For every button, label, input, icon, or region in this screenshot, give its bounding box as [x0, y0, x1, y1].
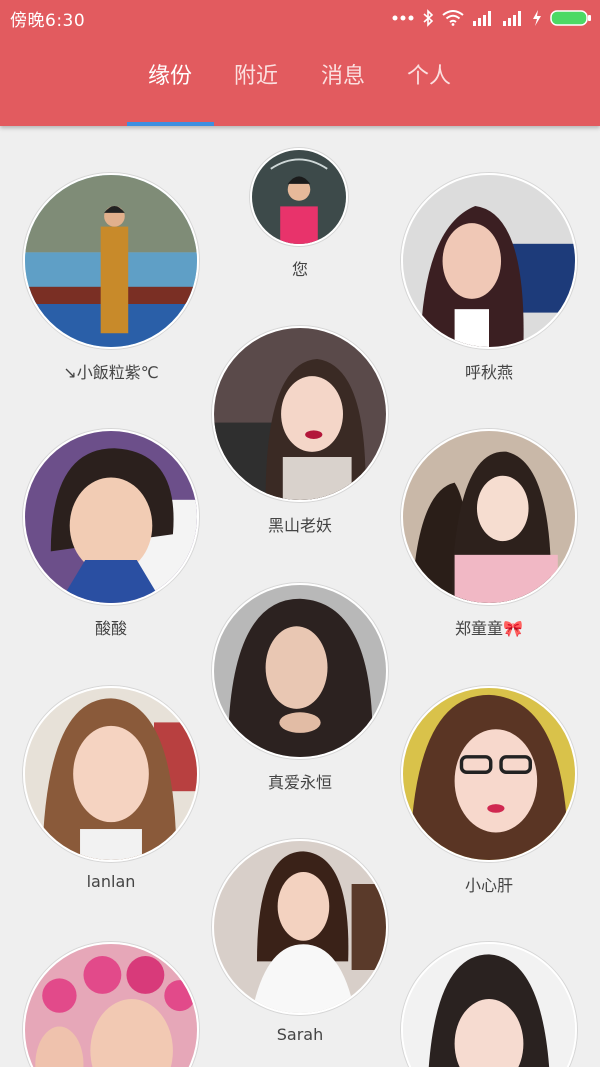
active-tab-indicator	[127, 122, 214, 126]
profile-card[interactable]	[401, 942, 577, 1067]
app-header: 傍晚6:30 缘份 附近 消息 个人	[0, 0, 600, 126]
status-time: 傍晚6:30	[10, 11, 86, 31]
tab-nearby[interactable]: 附近	[234, 58, 278, 90]
avatar[interactable]	[212, 839, 388, 1015]
battery-icon	[550, 10, 592, 26]
profile-card-self[interactable]: 您	[250, 148, 350, 279]
avatar[interactable]	[250, 148, 348, 246]
profile-card[interactable]: 黑山老妖	[212, 326, 388, 536]
profile-name: 小心肝	[464, 876, 513, 895]
profile-card[interactable]: lanlan	[23, 686, 199, 896]
avatar[interactable]	[401, 686, 577, 862]
tab-bar: 缘份 附近 消息 个人	[0, 58, 600, 102]
signal-icon	[502, 10, 524, 26]
bluetooth-icon	[422, 9, 434, 27]
avatar[interactable]	[401, 942, 577, 1067]
tab-fate[interactable]: 缘份	[148, 58, 192, 90]
avatar[interactable]	[23, 686, 199, 862]
profile-name: ↘小飯粒紫℃	[63, 363, 159, 382]
profile-card[interactable]: Sarah	[212, 839, 388, 1049]
signal-icon	[472, 10, 494, 26]
profile-card[interactable]: 酸酸	[23, 429, 199, 639]
profile-name: 郑童童🎀	[455, 619, 523, 638]
profile-name: 您	[291, 260, 308, 279]
profile-card[interactable]: 小心肝	[401, 686, 577, 896]
avatar[interactable]	[401, 429, 577, 605]
match-list: 您 ↘小飯粒紫℃ 呼秋燕 黑山老妖 酸酸 郑童童🎀 真爱永恒 lanlan 小心…	[0, 126, 600, 1067]
profile-name: 真爱永恒	[267, 773, 332, 792]
profile-name: 呼秋燕	[464, 363, 513, 382]
profile-card[interactable]: ↘小飯粒紫℃	[23, 173, 199, 383]
more-dots-icon	[392, 14, 414, 22]
profile-name: 酸酸	[94, 619, 127, 638]
avatar[interactable]	[23, 173, 199, 349]
status-bar: 傍晚6:30	[0, 0, 600, 36]
avatar[interactable]	[401, 173, 577, 349]
status-icons	[392, 8, 592, 28]
profile-card[interactable]	[23, 942, 199, 1067]
tab-messages[interactable]: 消息	[321, 58, 365, 90]
profile-card[interactable]: 真爱永恒	[212, 583, 388, 793]
avatar[interactable]	[212, 326, 388, 502]
profile-name: 黑山老妖	[267, 516, 332, 535]
avatar[interactable]	[23, 429, 199, 605]
avatar[interactable]	[23, 942, 199, 1067]
tab-profile[interactable]: 个人	[407, 58, 451, 90]
avatar[interactable]	[212, 583, 388, 759]
wifi-icon	[442, 10, 464, 26]
profile-name: lanlan	[86, 872, 136, 891]
profile-card[interactable]: 郑童童🎀	[401, 429, 577, 639]
profile-card[interactable]: 呼秋燕	[401, 173, 577, 383]
charging-icon	[532, 10, 542, 26]
profile-name: Sarah	[276, 1025, 324, 1044]
